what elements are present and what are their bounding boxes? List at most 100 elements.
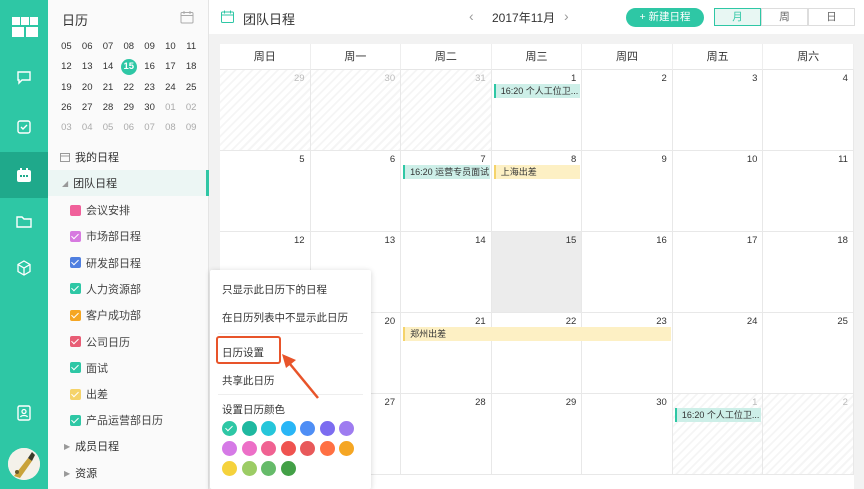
mini-calendar-day[interactable]: 21 bbox=[98, 80, 119, 96]
my-schedule-item[interactable]: 我的日程 bbox=[48, 144, 209, 170]
color-swatch[interactable] bbox=[280, 441, 296, 456]
day-cell[interactable]: 1 bbox=[491, 70, 583, 151]
day-cell[interactable]: 21 bbox=[401, 313, 492, 394]
calendar-checkbox[interactable] bbox=[70, 388, 81, 400]
day-cell[interactable]: 29 bbox=[491, 394, 583, 475]
day-cell[interactable]: 31 bbox=[401, 70, 492, 151]
calendar-nav[interactable] bbox=[0, 152, 48, 198]
new-event-button[interactable]: + 新建日程 bbox=[626, 8, 704, 27]
mini-calendar-day[interactable]: 09 bbox=[139, 39, 160, 55]
color-swatch[interactable] bbox=[222, 461, 237, 476]
calendar-list-item[interactable]: 人力资源部 bbox=[70, 276, 209, 302]
calendar-checkbox[interactable] bbox=[70, 257, 81, 269]
calendar-event[interactable]: 郑州出差 bbox=[403, 327, 671, 341]
mini-calendar-day[interactable]: 19 bbox=[56, 80, 77, 96]
color-swatch[interactable] bbox=[241, 421, 257, 436]
color-swatch[interactable] bbox=[300, 421, 315, 436]
day-cell[interactable]: 9 bbox=[582, 151, 673, 232]
color-swatch[interactable] bbox=[339, 421, 354, 436]
day-cell[interactable]: 1 bbox=[672, 394, 764, 475]
mini-calendar-day[interactable]: 13 bbox=[77, 59, 98, 75]
color-swatch[interactable] bbox=[222, 441, 237, 456]
calendar-list-item[interactable]: 公司日历 bbox=[70, 329, 209, 355]
color-swatch[interactable] bbox=[280, 421, 296, 436]
day-cell[interactable]: 8 bbox=[491, 151, 583, 232]
day-cell[interactable]: 29 bbox=[220, 70, 311, 151]
day-cell[interactable]: 5 bbox=[220, 151, 311, 232]
color-swatch[interactable] bbox=[339, 441, 354, 456]
day-cell[interactable]: 22 bbox=[491, 313, 583, 394]
mini-calendar-day[interactable]: 02 bbox=[181, 100, 202, 116]
mini-calendar-day[interactable]: 14 bbox=[98, 59, 119, 75]
mini-calendar-day[interactable]: 22 bbox=[118, 80, 139, 96]
day-cell[interactable]: 17 bbox=[672, 232, 764, 313]
day-cell[interactable]: 14 bbox=[401, 232, 492, 313]
day-cell[interactable]: 16 bbox=[582, 232, 673, 313]
day-cell-today[interactable]: 15 bbox=[491, 232, 583, 313]
resources-item[interactable]: ▶ 资源 bbox=[48, 460, 209, 486]
color-swatch[interactable] bbox=[241, 441, 257, 456]
day-cell[interactable]: 18 bbox=[763, 232, 854, 313]
mini-calendar-day[interactable]: 06 bbox=[118, 120, 139, 136]
mini-calendar-day[interactable]: 18 bbox=[181, 59, 202, 75]
calendar-list-item[interactable]: 出差 bbox=[70, 381, 209, 407]
calendar-checkbox[interactable] bbox=[70, 336, 81, 347]
mini-calendar-day[interactable]: 07 bbox=[98, 39, 119, 55]
menu-share-calendar[interactable]: 共享此日历 bbox=[222, 373, 275, 388]
calendar-list-item[interactable]: 面试 bbox=[70, 355, 209, 381]
calendar-list-item[interactable]: 市场部日程 bbox=[70, 223, 209, 249]
day-cell[interactable]: 10 bbox=[672, 151, 764, 232]
mini-calendar-day[interactable]: 07 bbox=[139, 120, 160, 136]
mini-calendar-day[interactable]: 05 bbox=[98, 120, 119, 136]
day-cell[interactable]: 25 bbox=[763, 313, 854, 394]
calendar-checkbox[interactable] bbox=[70, 414, 81, 426]
day-cell[interactable]: 28 bbox=[401, 394, 492, 475]
mini-calendar-day[interactable]: 28 bbox=[98, 100, 119, 116]
mini-calendar-day[interactable]: 04 bbox=[77, 120, 98, 136]
mini-calendar-day[interactable]: 25 bbox=[181, 80, 202, 96]
day-cell[interactable]: 30 bbox=[310, 70, 402, 151]
day-cell[interactable]: 30 bbox=[582, 394, 673, 475]
calendar-list-item[interactable]: 会议安排 bbox=[70, 197, 209, 223]
day-cell[interactable]: 4 bbox=[763, 70, 854, 151]
day-cell[interactable]: 23 bbox=[582, 313, 673, 394]
mini-calendar-day[interactable]: 11 bbox=[181, 39, 202, 55]
menu-show-only-this[interactable]: 只显示此日历下的日程 bbox=[222, 282, 327, 297]
member-schedule-item[interactable]: ▶ 成员日程 bbox=[48, 433, 209, 459]
apps-nav[interactable] bbox=[0, 245, 48, 291]
day-cell[interactable]: 7 bbox=[401, 151, 492, 232]
color-swatch[interactable] bbox=[261, 441, 276, 456]
color-swatch[interactable] bbox=[300, 441, 315, 456]
color-swatch[interactable] bbox=[319, 421, 335, 436]
mini-calendar-day[interactable]: 09 bbox=[181, 120, 202, 136]
chat-nav[interactable] bbox=[0, 54, 48, 100]
calendar-list-item[interactable]: 研发部日程 bbox=[70, 250, 209, 276]
day-cell[interactable]: 11 bbox=[763, 151, 854, 232]
calendar-checkbox[interactable] bbox=[70, 204, 81, 216]
view-day-tab[interactable]: 日 bbox=[808, 8, 855, 26]
calendar-event[interactable]: 上海出差 bbox=[493, 165, 581, 179]
color-swatch[interactable] bbox=[261, 461, 276, 476]
day-cell[interactable]: 3 bbox=[672, 70, 764, 151]
next-month-button[interactable]: › bbox=[564, 8, 569, 24]
calendar-event[interactable]: 16:20 个人工位卫... bbox=[674, 408, 762, 422]
calendar-list-item[interactable]: 产品运营部日历 bbox=[70, 407, 209, 433]
mini-calendar-day[interactable]: 26 bbox=[56, 100, 77, 116]
calendar-checkbox[interactable] bbox=[70, 309, 81, 321]
view-week-tab[interactable]: 周 bbox=[761, 8, 808, 26]
mini-calendar-day[interactable]: 20 bbox=[77, 80, 98, 96]
day-cell[interactable]: 6 bbox=[310, 151, 402, 232]
mini-calendar-day[interactable]: 06 bbox=[77, 39, 98, 55]
color-swatch[interactable] bbox=[261, 421, 276, 436]
mini-calendar-day[interactable]: 10 bbox=[160, 39, 181, 55]
mini-calendar-day[interactable]: 03 bbox=[56, 120, 77, 136]
color-swatch[interactable] bbox=[319, 441, 335, 456]
color-swatch[interactable] bbox=[222, 421, 237, 436]
menu-calendar-settings[interactable]: 日历设置 bbox=[222, 345, 264, 360]
mini-calendar-day[interactable]: 24 bbox=[160, 80, 181, 96]
mini-calendar-day[interactable]: 17 bbox=[160, 59, 181, 75]
mini-calendar-day[interactable]: 08 bbox=[160, 120, 181, 136]
mini-calendar-day[interactable]: 30 bbox=[139, 100, 160, 116]
files-nav[interactable] bbox=[0, 198, 48, 244]
avatar[interactable] bbox=[8, 448, 40, 480]
